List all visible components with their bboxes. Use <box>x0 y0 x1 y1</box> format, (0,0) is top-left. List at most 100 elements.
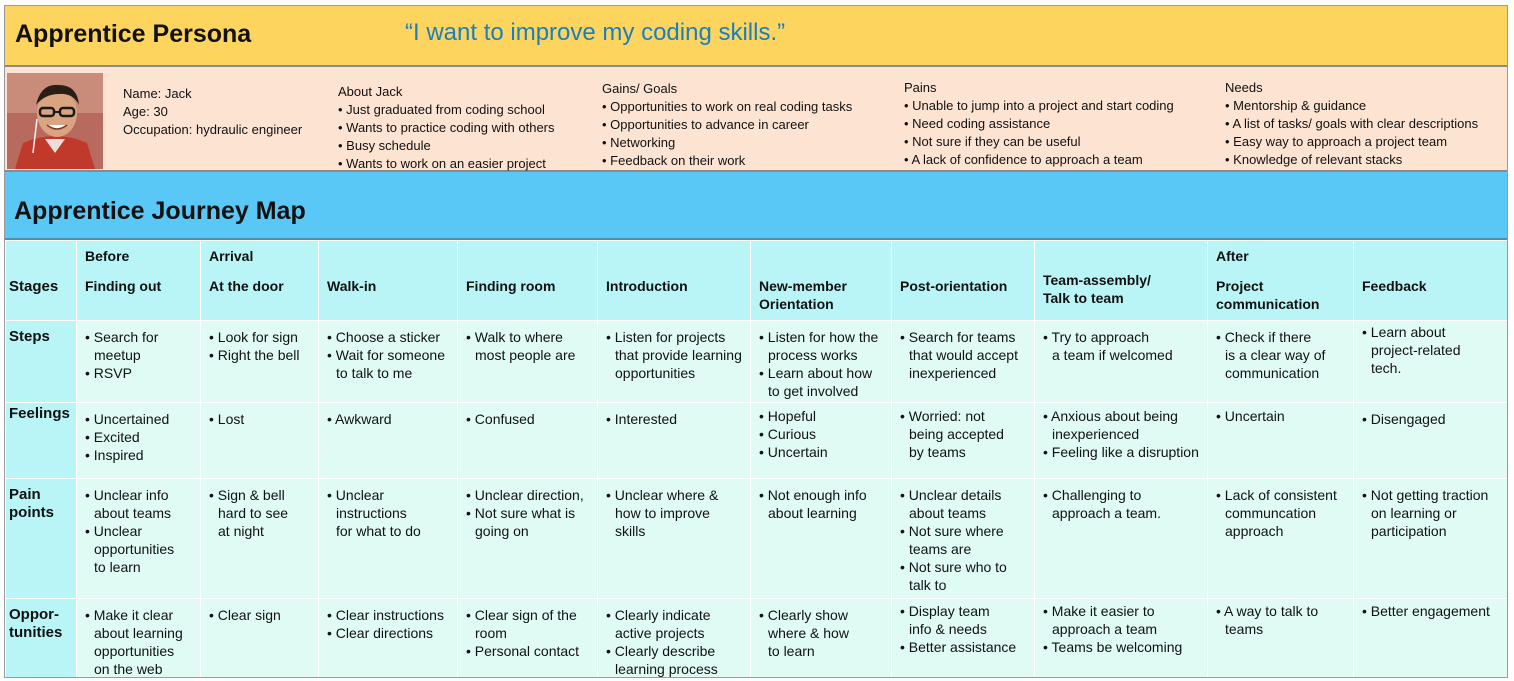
stage-cell: Post-orientation <box>891 240 1035 321</box>
stage-cell: Feedback <box>1353 240 1507 321</box>
feelings-cell: • Uncertained • Excited • Inspired <box>76 402 201 479</box>
row-label-steps: Steps <box>5 320 77 403</box>
persona-age: Age: 30 <box>123 104 168 119</box>
pain-points-cell: • Unclear direction, • Not sure what is go… <box>457 478 598 599</box>
pain-points-cell: • Sign & bell hard to see at night <box>200 478 319 599</box>
persona-occupation: Occupation: hydraulic engineer <box>123 122 303 137</box>
needs-item: • Easy way to approach a project team <box>1225 134 1448 149</box>
feelings-cell: • Awkward <box>318 402 458 479</box>
gains-item: • Networking <box>602 135 676 150</box>
persona-quote: “I want to improve my coding skills.” <box>405 19 786 46</box>
row-label-pain-points: Pain points <box>5 478 77 599</box>
steps-cell: • Search for teams that would accept inexp… <box>891 320 1035 403</box>
avatar <box>7 73 103 169</box>
stage-cell: Finding room <box>457 240 598 321</box>
needs-item: • Mentorship & guidance <box>1225 98 1367 113</box>
pain-points-cell: • Unclear info about teams • Unclear opport… <box>76 478 201 599</box>
stage-cell: Walk-in <box>318 240 458 321</box>
opportunities-cell: • Make it clear about learning opportuniti… <box>76 598 201 677</box>
feelings-cell: • Disengaged <box>1353 402 1507 479</box>
gains-item: • Opportunities to advance in career <box>602 117 809 132</box>
pains-item: • Not sure if they can be useful <box>904 134 1081 149</box>
stage-cell: Arrival At the door <box>200 240 319 321</box>
person-photo-icon <box>7 73 103 169</box>
opportunities-cell: • Clearly show where & how to learn <box>750 598 892 677</box>
persona-name: Name: Jack <box>123 86 192 101</box>
pain-points-cell: • Not getting traction on learning or part… <box>1353 478 1507 599</box>
steps-cell: • Listen for projects that provide learni… <box>597 320 751 403</box>
phase-label: Arrival <box>209 248 254 264</box>
needs-heading: Needs <box>1225 80 1263 95</box>
about-heading: About Jack <box>338 84 403 99</box>
persona-pains: Pains • Unable to jump into a project an… <box>904 79 1174 169</box>
stage-cell: Before Finding out <box>76 240 201 321</box>
feelings-cell: • Interested <box>597 402 751 479</box>
phase-label: After <box>1216 248 1249 264</box>
about-item: • Just graduated from coding school <box>338 102 545 117</box>
gains-heading: Gains/ Goals <box>602 81 678 96</box>
steps-cell: • Search for meetup • RSVP <box>76 320 201 403</box>
opportunities-cell: • A way to talk to teams <box>1207 598 1354 677</box>
row-label-stages: Stages <box>5 240 77 321</box>
steps-cell: • Check if there is a clear way of communi… <box>1207 320 1354 403</box>
stages-row: Stages Before Finding out Arrival At the d… <box>5 240 1507 321</box>
opportunities-cell: • Clear sign <box>200 598 319 677</box>
feelings-cell: • Anxious about being inexperienced • Feel… <box>1034 402 1208 479</box>
opportunities-cell: • Display team info & needs • Better assis… <box>891 598 1035 677</box>
steps-cell: • Choose a sticker • Wait for someone to t… <box>318 320 458 403</box>
feelings-cell: • Lost <box>200 402 319 479</box>
pain-points-cell: • Not enough info about learning <box>750 478 892 599</box>
pain-points-cell: • Unclear where & how to improve skills <box>597 478 751 599</box>
stage-cell: Introduction <box>597 240 751 321</box>
pains-item: • Unable to jump into a project and star… <box>904 98 1174 113</box>
journey-title: Apprentice Journey Map <box>14 197 306 225</box>
stage-cell: Team-assembly/Talk to team <box>1034 240 1208 321</box>
about-item: • Wants to work on an easier project <box>338 156 546 171</box>
row-label-feelings: Feelings <box>5 402 77 479</box>
feelings-cell: • Worried: not being accepted by teams <box>891 402 1035 479</box>
persona-header: Apprentice Persona “I want to improve my… <box>5 6 1507 67</box>
steps-cell: • Learn about project-related tech. <box>1353 320 1507 403</box>
pain-points-row: Pain points • Unclear info about teams • Un… <box>5 478 1507 599</box>
opportunities-cell: • Make it easier to approach a team • Team… <box>1034 598 1208 677</box>
feelings-row: Feelings • Uncertained • Excited • Inspire… <box>5 402 1507 479</box>
opportunities-cell: • Clear sign of the room • Personal contac… <box>457 598 598 677</box>
pains-item: • A lack of confidence to approach a tea… <box>904 152 1143 167</box>
steps-cell: • Try to approach a team if welcomed <box>1034 320 1208 403</box>
pain-points-cell: • Unclear instructions for what to do <box>318 478 458 599</box>
pains-item: • Need coding assistance <box>904 116 1051 131</box>
persona-body: Name: Jack Age: 30 Occupation: hydraulic… <box>5 67 1507 172</box>
about-item: • Wants to practice coding with others <box>338 120 555 135</box>
steps-cell: • Walk to where most people are <box>457 320 598 403</box>
persona-info: Name: Jack Age: 30 Occupation: hydraulic… <box>123 85 302 139</box>
feelings-cell: • Confused <box>457 402 598 479</box>
pain-points-cell: • Lack of consistent communcation approach <box>1207 478 1354 599</box>
opportunities-cell: • Better engagement <box>1353 598 1507 677</box>
opportunities-cell: • Clearly indicate active projects • Clear… <box>597 598 751 677</box>
about-item: • Busy schedule <box>338 138 431 153</box>
needs-item: • A list of tasks/ goals with clear desc… <box>1225 116 1479 131</box>
persona-about: About Jack • Just graduated from coding … <box>338 83 555 173</box>
opportunities-cell: • Clear instructions • Clear directions <box>318 598 458 677</box>
pain-points-cell: • Challenging to approach a team. <box>1034 478 1208 599</box>
feelings-cell: • Uncertain <box>1207 402 1354 479</box>
stage-cell: After Project communication <box>1207 240 1354 321</box>
row-label-opportunities: Oppor-tunities <box>5 598 77 677</box>
pain-points-cell: • Unclear details about teams • Not sure w… <box>891 478 1035 599</box>
steps-row: Steps • Search for meetup • RSVP • Look fo… <box>5 320 1507 403</box>
stage-cell: New-member Orientation <box>750 240 892 321</box>
gains-item: • Feedback on their work <box>602 153 746 168</box>
persona-gains: Gains/ Goals • Opportunities to work on … <box>602 80 852 170</box>
opportunities-row: Oppor-tunities • Make it clear about lear… <box>5 598 1507 677</box>
gains-item: • Opportunities to work on real coding t… <box>602 99 853 114</box>
steps-cell: • Listen for how the process works • Learn… <box>750 320 892 403</box>
persona-needs: Needs • Mentorship & guidance • A list o… <box>1225 79 1478 169</box>
needs-item: • Knowledge of relevant stacks <box>1225 152 1403 167</box>
feelings-cell: • Hopeful • Curious • Uncertain <box>750 402 892 479</box>
persona-journey-document: Apprentice Persona “I want to improve my… <box>4 5 1508 678</box>
steps-cell: • Look for sign • Right the bell <box>200 320 319 403</box>
journey-header: Apprentice Journey Map <box>5 172 1507 240</box>
journey-map-table: Stages Before Finding out Arrival At the d… <box>5 240 1507 677</box>
phase-label: Before <box>85 248 130 264</box>
pains-heading: Pains <box>904 80 937 95</box>
